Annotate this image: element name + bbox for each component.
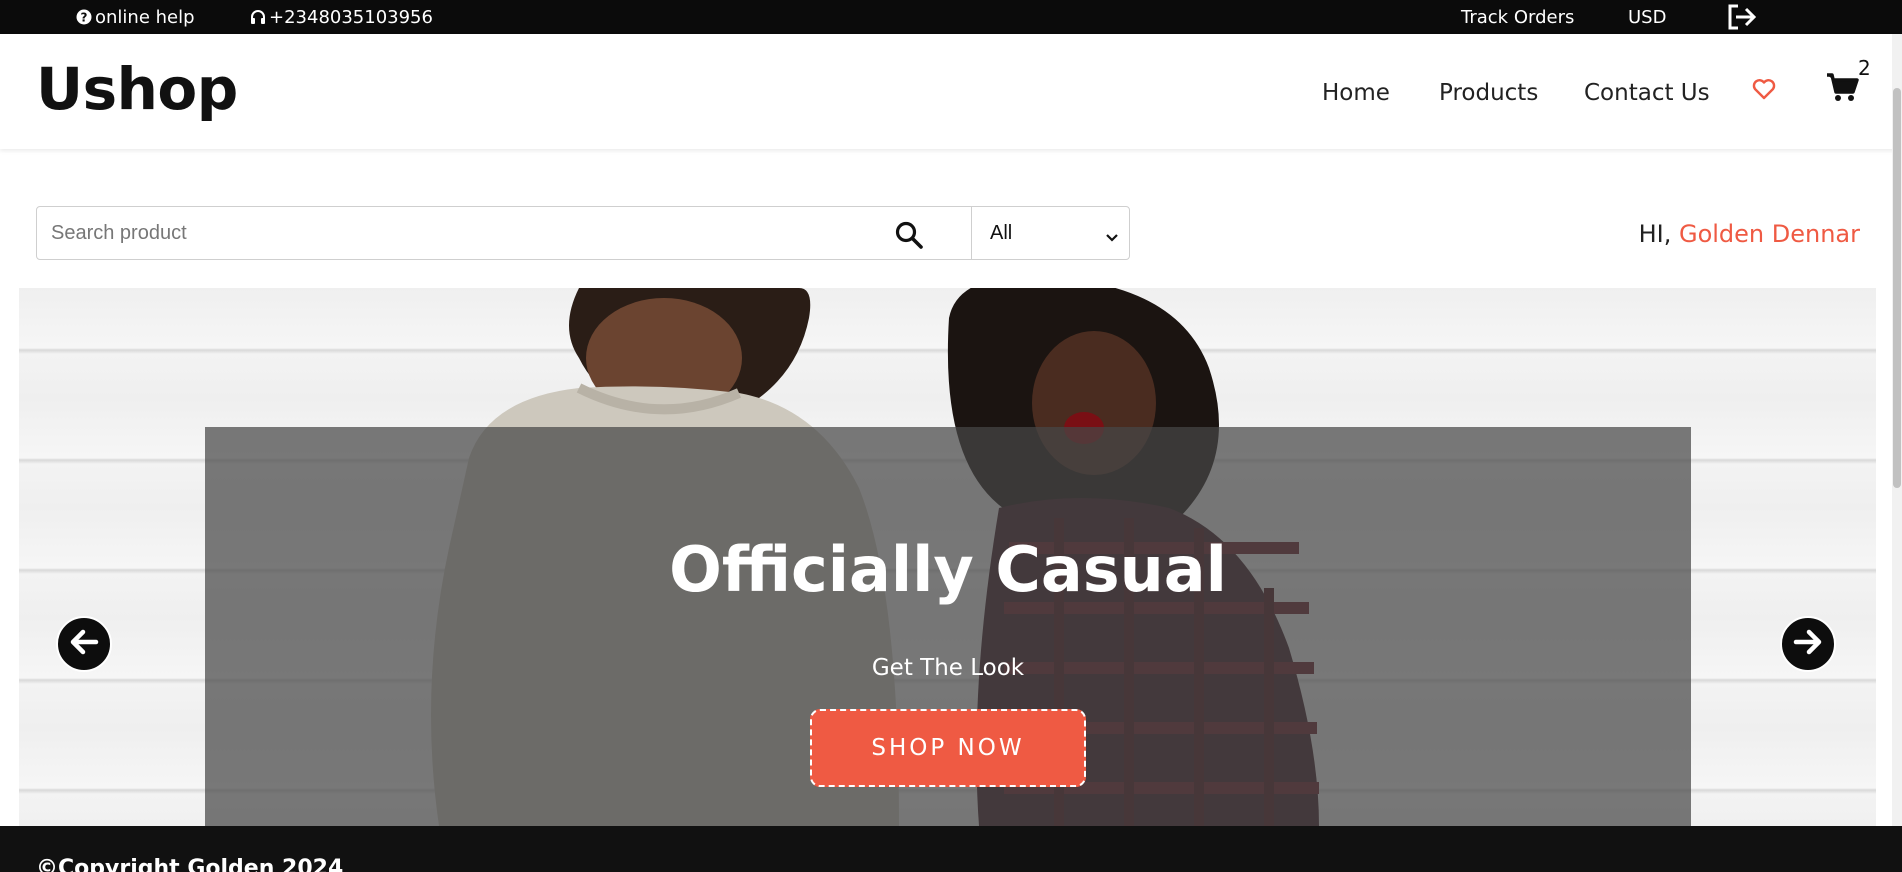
category-select[interactable]: All (971, 207, 1129, 259)
cart-icon[interactable] (1826, 72, 1860, 106)
site-header: Ushop Home Products Contact Us 2 (0, 34, 1902, 149)
hero-overlay: Officially Casual Get The Look SHOP NOW (205, 427, 1691, 826)
user-name[interactable]: Golden Dennar (1679, 220, 1860, 248)
copyright-text: ©Copyright Golden 2024 (36, 856, 344, 872)
svg-text:?: ? (81, 11, 88, 25)
site-logo[interactable]: Ushop (36, 60, 238, 118)
hero-carousel: Officially Casual Get The Look SHOP NOW (19, 288, 1876, 826)
nav-home[interactable]: Home (1322, 80, 1390, 106)
scrollbar-thumb[interactable] (1893, 88, 1901, 488)
arrow-right-icon (1792, 627, 1824, 661)
phone-link[interactable]: +2348035103956 (250, 0, 433, 34)
hero-title: Officially Casual (669, 533, 1227, 606)
top-bar: ? online help +2348035103956 Track Order… (0, 0, 1902, 34)
track-orders-link[interactable]: Track Orders (1461, 0, 1574, 34)
logout-button[interactable] (1726, 0, 1758, 34)
site-footer: ©Copyright Golden 2024 (0, 826, 1902, 872)
online-help-label: online help (95, 6, 195, 28)
search-icon[interactable] (892, 218, 926, 252)
greeting-prefix: HI, (1638, 220, 1672, 248)
phone-number: +2348035103956 (269, 6, 433, 28)
nav-contact-us[interactable]: Contact Us (1584, 80, 1710, 106)
currency-selector[interactable]: USD (1628, 0, 1666, 34)
category-selected-value: All (990, 221, 1013, 244)
user-greeting: HI, Golden Dennar (1639, 220, 1860, 248)
logout-icon (1726, 3, 1758, 31)
search-input[interactable] (37, 207, 971, 259)
carousel-prev-button[interactable] (56, 616, 112, 672)
search-bar: All (36, 206, 1130, 260)
online-help-link[interactable]: ? online help (76, 0, 195, 34)
arrow-left-icon (68, 627, 100, 661)
question-circle-icon: ? (76, 9, 92, 25)
chevron-down-icon (1105, 226, 1119, 249)
shop-now-button[interactable]: SHOP NOW (810, 709, 1086, 787)
nav-products[interactable]: Products (1439, 80, 1538, 106)
hero-subtitle: Get The Look (871, 655, 1025, 681)
cart-count-badge: 2 (1858, 56, 1871, 80)
heart-icon[interactable] (1752, 78, 1776, 104)
headset-icon (250, 9, 266, 26)
page-scrollbar[interactable] (1892, 34, 1902, 826)
carousel-next-button[interactable] (1780, 616, 1836, 672)
